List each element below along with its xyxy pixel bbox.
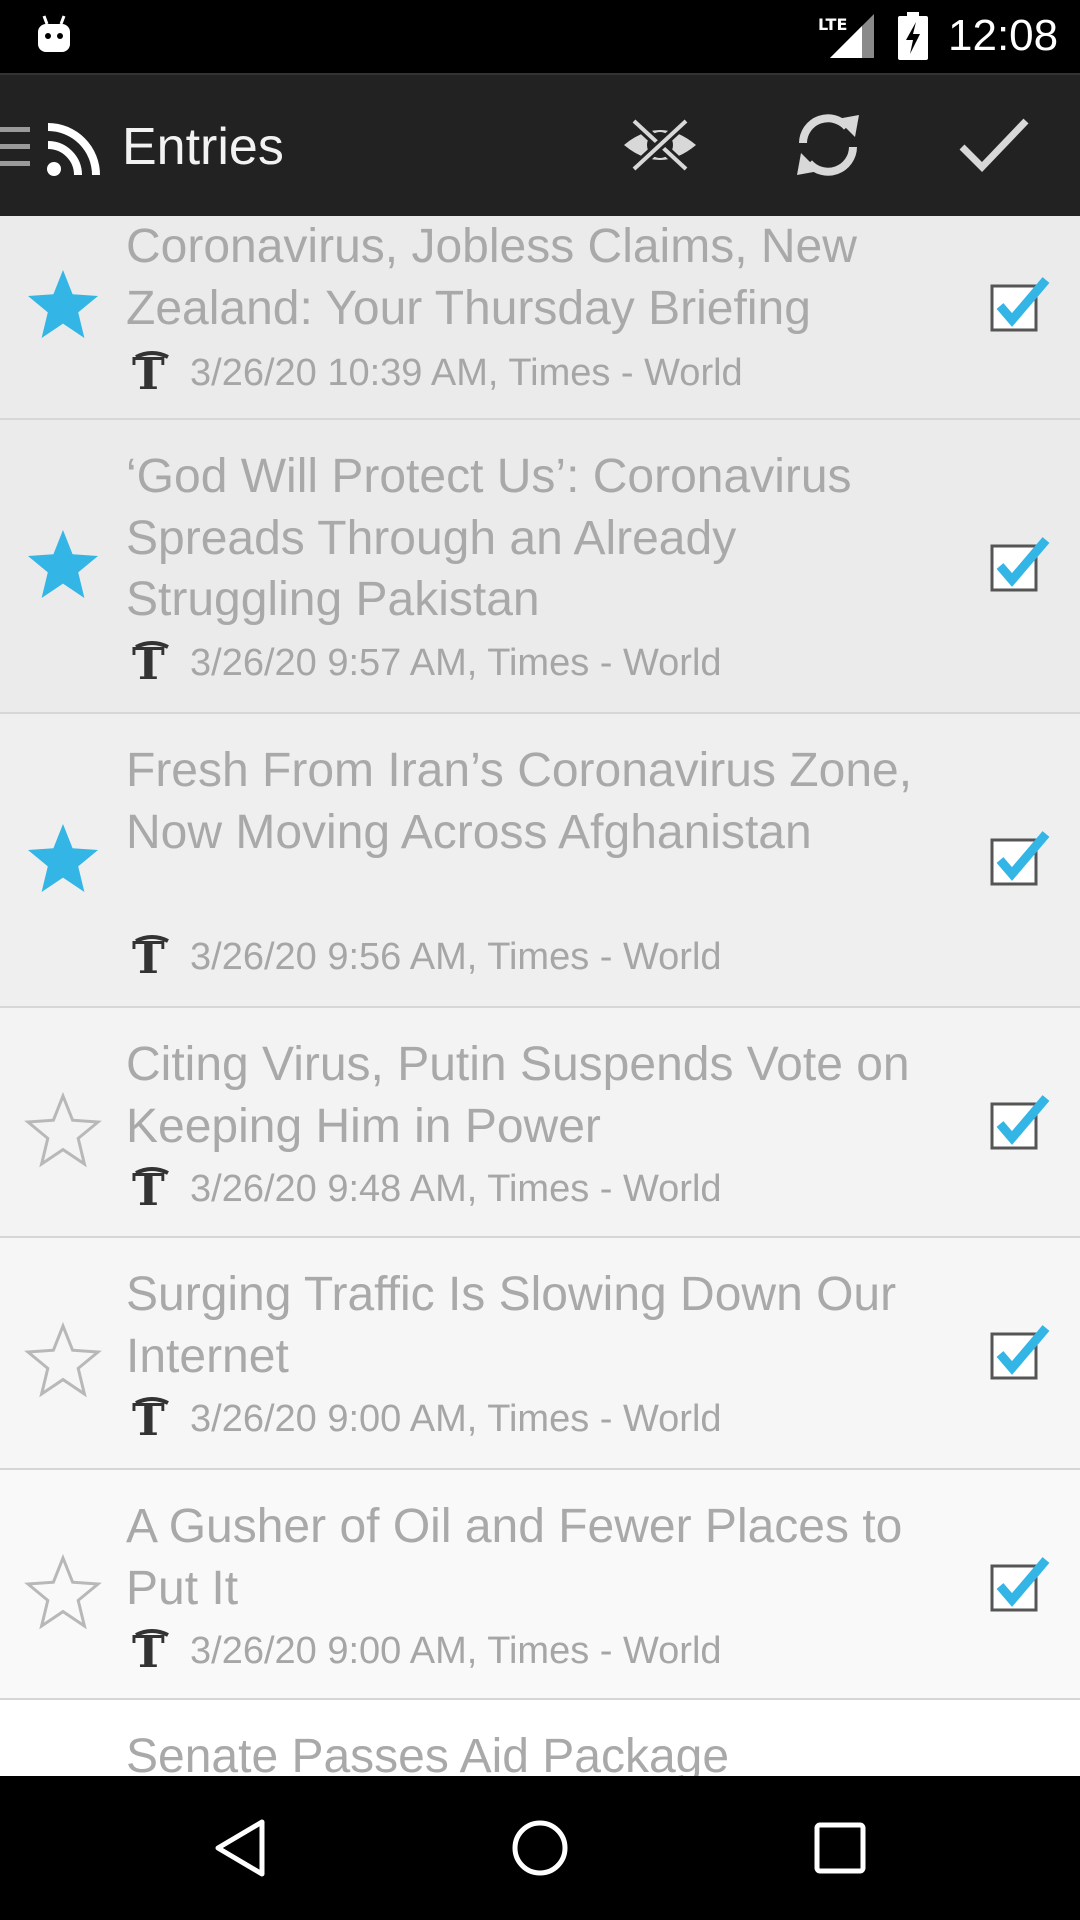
star-outline-icon[interactable] <box>22 1552 104 1634</box>
mark-all-read-icon <box>959 118 1029 173</box>
entry-title: Fresh From Iran’s Coronavirus Zone, Now … <box>126 744 913 859</box>
battery-charging-icon <box>898 12 928 60</box>
entry-meta: T 3/26/20 9:00 AM, Times - World <box>130 1394 722 1444</box>
read-checkbox-checked[interactable] <box>986 276 1052 336</box>
entry-meta: T 3/26/20 9:56 AM, Times - World <box>130 932 722 982</box>
entry-title: Senate Passes Aid Package <box>126 1730 730 1776</box>
star-filled-icon[interactable] <box>22 818 104 900</box>
back-button[interactable] <box>190 1798 290 1898</box>
home-circle-icon <box>512 1820 568 1876</box>
navigation-bar <box>0 1776 1080 1920</box>
read-checkbox-checked[interactable] <box>986 1324 1052 1384</box>
rss-icon[interactable] <box>46 123 100 177</box>
entry-meta: T 3/26/20 9:00 AM, Times - World <box>130 1626 722 1676</box>
entry-title: Surging Traffic Is Slowing Down Our Inte… <box>126 1268 897 1383</box>
android-notification-icon <box>38 15 70 52</box>
nyt-logo-icon: T <box>132 1165 169 1213</box>
read-checkbox-checked[interactable] <box>986 830 1052 890</box>
home-button[interactable] <box>490 1798 590 1898</box>
entry-date-source: 3/26/20 9:57 AM, Times - World <box>190 642 722 684</box>
entry-meta: T 3/26/20 9:48 AM, Times - World <box>130 1164 722 1214</box>
entry-title: A Gusher of Oil and Fewer Places to Put … <box>126 1500 903 1615</box>
recents-button[interactable] <box>790 1798 890 1898</box>
status-clock: 12:08 <box>948 11 1059 60</box>
entry-date-source: 3/26/20 9:00 AM, Times - World <box>190 1630 722 1672</box>
status-bar: LTE 12:08 <box>0 0 1080 73</box>
entry-date-source: 3/26/20 9:56 AM, Times - World <box>190 936 722 978</box>
nyt-logo-icon: T <box>132 349 169 397</box>
entry-date-source: 3/26/20 10:39 AM, Times - World <box>190 352 743 394</box>
star-filled-icon[interactable] <box>22 524 104 606</box>
list-item[interactable]: Senate Passes Aid Package <box>0 1700 1080 1776</box>
list-item[interactable]: ‘God Will Protect Us’: Coronavirus Sprea… <box>0 420 1080 714</box>
star-outline-icon[interactable] <box>22 1090 104 1172</box>
list-item[interactable]: Fresh From Iran’s Coronavirus Zone, Now … <box>0 714 1080 1008</box>
page-title: Entries <box>122 118 284 176</box>
hide-read-button[interactable] <box>610 95 710 195</box>
read-checkbox-checked[interactable] <box>986 1094 1052 1154</box>
read-checkbox-checked[interactable] <box>986 1556 1052 1616</box>
hide-read-icon <box>624 117 696 173</box>
nyt-logo-icon: T <box>132 933 169 981</box>
refresh-button[interactable] <box>778 95 878 195</box>
drawer-icon[interactable] <box>0 125 30 169</box>
entry-list[interactable]: Coronavirus, Jobless Claims, New Zealand… <box>0 216 1080 1776</box>
entry-date-source: 3/26/20 9:00 AM, Times - World <box>190 1398 722 1440</box>
star-filled-icon[interactable] <box>22 264 104 346</box>
entry-title: Coronavirus, Jobless Claims, New Zealand… <box>126 220 857 335</box>
nyt-logo-icon: T <box>132 1627 169 1675</box>
list-item[interactable]: Surging Traffic Is Slowing Down Our Inte… <box>0 1238 1080 1470</box>
nyt-logo-icon: T <box>132 1395 169 1443</box>
list-item[interactable]: A Gusher of Oil and Fewer Places to Put … <box>0 1470 1080 1700</box>
entry-title: ‘God Will Protect Us’: Coronavirus Sprea… <box>126 450 852 626</box>
entry-meta: T 3/26/20 9:57 AM, Times - World <box>130 638 722 688</box>
list-item[interactable]: Coronavirus, Jobless Claims, New Zealand… <box>0 216 1080 420</box>
list-item[interactable]: Citing Virus, Putin Suspends Vote on Kee… <box>0 1008 1080 1238</box>
recents-square-icon <box>814 1822 866 1874</box>
mark-all-read-button[interactable] <box>944 95 1044 195</box>
action-bar: Entries <box>0 73 1080 216</box>
refresh-icon <box>797 114 859 176</box>
back-triangle-icon <box>215 1819 265 1877</box>
entry-meta: T 3/26/20 10:39 AM, Times - World <box>130 348 743 398</box>
nyt-logo-icon: T <box>132 639 169 687</box>
entry-date-source: 3/26/20 9:48 AM, Times - World <box>190 1168 722 1210</box>
entry-title: Citing Virus, Putin Suspends Vote on Kee… <box>126 1038 910 1153</box>
lte-signal-icon: LTE <box>818 14 874 58</box>
lte-label: LTE <box>818 15 847 34</box>
read-checkbox-checked[interactable] <box>986 536 1052 596</box>
star-outline-icon[interactable] <box>22 1320 104 1402</box>
